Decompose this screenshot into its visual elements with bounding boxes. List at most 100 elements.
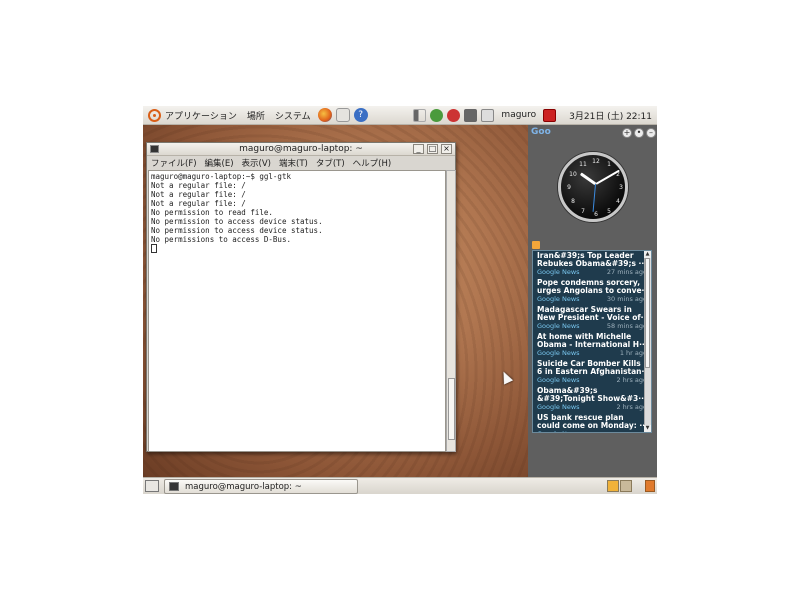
news-title-line: US bank rescue plan bbox=[537, 414, 624, 422]
gadget-sidebar: Goo + • – 12 3 6 9 1 2 4 5 7 8 10 11 Ira… bbox=[528, 125, 657, 477]
maximize-button[interactable]: □ bbox=[427, 144, 438, 154]
terminal-line: maguro@maguro-laptop:~$ ggl-gtk bbox=[151, 172, 291, 181]
terminal-title-bar[interactable]: maguro@maguro-laptop: ~ _ □ × bbox=[147, 143, 455, 156]
news-title-line: Madagascar Swears in bbox=[537, 306, 632, 314]
news-title-line: could come on Monday: ··· bbox=[537, 422, 647, 430]
places-menu[interactable]: 場所 bbox=[242, 106, 270, 125]
analog-clock-gadget[interactable]: 12 3 6 9 1 2 4 5 7 8 10 11 bbox=[558, 152, 628, 222]
news-item[interactable]: Iran&#39;s Top Leader Rebukes Obama&#39;s… bbox=[533, 251, 651, 278]
terminal-scrollbar[interactable] bbox=[446, 170, 456, 452]
news-age: 58 mins ago bbox=[606, 322, 647, 330]
trash-icon[interactable] bbox=[645, 480, 655, 492]
close-button[interactable]: × bbox=[441, 144, 452, 154]
firefox-icon[interactable] bbox=[317, 108, 332, 122]
news-title-line: Rebukes Obama&#39;s ··· bbox=[537, 260, 647, 268]
clock-numeral: 6 bbox=[594, 211, 598, 218]
clock-numeral: 5 bbox=[607, 208, 611, 215]
terminal-line: No permissions to access D-Bus. bbox=[151, 235, 291, 244]
workspace-1[interactable] bbox=[607, 480, 619, 492]
menu-tabs[interactable]: タブ(T) bbox=[316, 157, 345, 169]
news-item[interactable]: Obama&#39;s &#39;Tonight Show&#3··· Google… bbox=[533, 386, 651, 413]
menu-view[interactable]: 表示(V) bbox=[242, 157, 271, 169]
news-source[interactable]: Google News bbox=[537, 268, 580, 276]
news-scrollbar-thumb[interactable] bbox=[645, 258, 650, 368]
news-title-line: 6 in Eastern Afghanistan··· bbox=[537, 368, 647, 376]
user-name[interactable]: maguro bbox=[496, 106, 541, 125]
news-item[interactable]: Madagascar Swears in New President - Voic… bbox=[533, 305, 651, 332]
news-title-line: Pope condemns sorcery, bbox=[537, 279, 641, 287]
text-cursor bbox=[151, 244, 157, 253]
news-meta: Google News 1 hr ago bbox=[537, 349, 647, 357]
clock-numeral: 9 bbox=[567, 184, 571, 191]
terminal-icon bbox=[169, 482, 179, 491]
menu-terminal[interactable]: 端末(T) bbox=[279, 157, 308, 169]
help-icon[interactable]: ? bbox=[353, 108, 368, 122]
terminal-line: No permission to read file. bbox=[151, 208, 273, 217]
sidebar-close-button[interactable]: – bbox=[646, 128, 656, 138]
scroll-down-arrow-icon[interactable]: ▼ bbox=[644, 425, 651, 432]
menu-help[interactable]: ヘルプ(H) bbox=[353, 157, 392, 169]
clock-numeral: 11 bbox=[579, 161, 587, 168]
news-scrollbar[interactable]: ▲ ▼ bbox=[644, 251, 651, 432]
news-item[interactable]: At home with Michelle Obama - Internation… bbox=[533, 332, 651, 359]
news-source[interactable]: Google News bbox=[537, 322, 580, 330]
ubuntu-logo-icon bbox=[148, 108, 161, 122]
news-meta: Google News 30 mins ago bbox=[537, 295, 647, 303]
top-panel: アプリケーション 場所 システム ? maguro 3月21日 (土) 22:1… bbox=[143, 106, 657, 125]
terminal-output[interactable]: maguro@maguro-laptop:~$ ggl-gtk Not a re… bbox=[148, 170, 446, 452]
menu-edit[interactable]: 編集(E) bbox=[205, 157, 234, 169]
terminal-window[interactable]: maguro@maguro-laptop: ~ _ □ × ファイル(F) 編集… bbox=[146, 142, 456, 452]
terminal-line: Not a regular file: / bbox=[151, 181, 246, 190]
minimize-button[interactable]: _ bbox=[413, 144, 424, 154]
news-title-line: At home with Michelle bbox=[537, 333, 632, 341]
news-age: 2 hrs ago bbox=[616, 376, 647, 384]
scroll-up-arrow-icon[interactable]: ▲ bbox=[644, 251, 651, 258]
terminal-line: Not a regular file: / bbox=[151, 199, 246, 208]
terminal-title: maguro@maguro-laptop: ~ bbox=[239, 144, 363, 154]
clock-second-hand bbox=[592, 183, 596, 212]
news-title-line: Obama&#39;s bbox=[537, 387, 598, 395]
sidebar-menu-button[interactable]: • bbox=[634, 128, 644, 138]
terminal-menu-bar: ファイル(F) 編集(E) 表示(V) 端末(T) タブ(T) ヘルプ(H) bbox=[147, 156, 455, 170]
network-icon[interactable] bbox=[430, 108, 444, 122]
terminal-prompt bbox=[151, 244, 443, 253]
shutdown-icon[interactable] bbox=[543, 108, 557, 122]
news-item[interactable]: Suicide Car Bomber Kills 6 in Eastern Afg… bbox=[533, 359, 651, 386]
news-gadget[interactable]: Iran&#39;s Top Leader Rebukes Obama&#39;s… bbox=[532, 250, 652, 433]
news-title-line: Obama - International H··· bbox=[537, 341, 647, 349]
news-item[interactable]: Pope condemns sorcery, urges Angolans to … bbox=[533, 278, 651, 305]
system-menu[interactable]: システム bbox=[270, 106, 316, 125]
mail-icon[interactable] bbox=[335, 108, 350, 122]
news-list: Iran&#39;s Top Leader Rebukes Obama&#39;s… bbox=[533, 251, 651, 432]
terminal-scrollbar-thumb[interactable] bbox=[448, 378, 455, 440]
update-notifier-icon[interactable] bbox=[447, 108, 461, 122]
terminal-line: No permission to access device status. bbox=[151, 226, 323, 235]
applications-menu[interactable]: アプリケーション bbox=[143, 106, 242, 125]
show-desktop-button[interactable] bbox=[145, 480, 159, 492]
add-gadget-button[interactable]: + bbox=[622, 128, 632, 138]
news-title-line: &#39;Tonight Show&#3··· bbox=[537, 395, 647, 403]
news-source[interactable]: Google News bbox=[537, 376, 580, 384]
bluetooth-icon[interactable] bbox=[464, 108, 478, 122]
desktop-screen: アプリケーション 場所 システム ? maguro 3月21日 (土) 22:1… bbox=[143, 106, 657, 494]
clock-datetime[interactable]: 3月21日 (土) 22:11 bbox=[564, 106, 657, 125]
terminal-line: Not a regular file: / bbox=[151, 190, 246, 199]
news-meta: Google News bbox=[537, 430, 647, 432]
menu-file[interactable]: ファイル(F) bbox=[151, 157, 197, 169]
news-meta: Google News 2 hrs ago bbox=[537, 376, 647, 384]
news-age: 30 mins ago bbox=[606, 295, 647, 303]
news-source[interactable]: Google News bbox=[537, 295, 580, 303]
volume-icon[interactable] bbox=[413, 108, 427, 122]
workspace-2[interactable] bbox=[620, 480, 632, 492]
news-age: 1 hr ago bbox=[619, 349, 647, 357]
keyboard-icon[interactable] bbox=[481, 108, 495, 122]
news-item[interactable]: US bank rescue plan could come on Monday:… bbox=[533, 413, 651, 432]
taskbar-terminal-button[interactable]: maguro@maguro-laptop: ~ bbox=[164, 479, 358, 494]
news-source[interactable]: Google News bbox=[537, 430, 580, 432]
bottom-panel: maguro@maguro-laptop: ~ bbox=[143, 477, 657, 494]
applications-menu-label: アプリケーション bbox=[165, 111, 237, 122]
clock-numeral: 12 bbox=[592, 158, 600, 165]
news-source[interactable]: Google News bbox=[537, 403, 580, 411]
news-source[interactable]: Google News bbox=[537, 349, 580, 357]
clock-numeral: 1 bbox=[607, 161, 611, 168]
